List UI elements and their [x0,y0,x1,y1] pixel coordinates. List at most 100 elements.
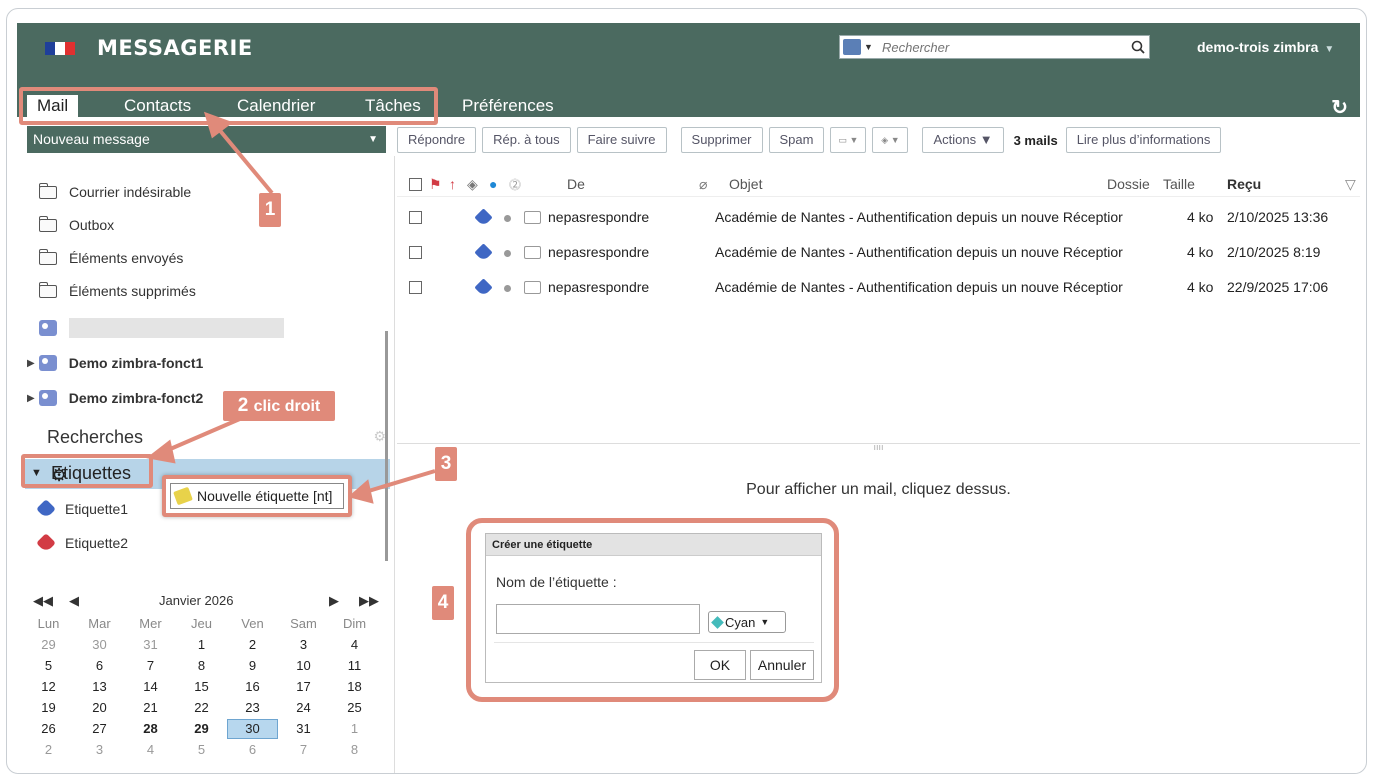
column-size[interactable]: Taille [1163,176,1195,192]
calendar-day[interactable]: 18 [329,679,380,694]
message-row[interactable]: nepasrespondre Académie de Nantes - Authe… [397,271,1360,305]
expand-arrow-icon[interactable]: ▶ [27,358,35,369]
label-item-2[interactable]: Etiquette2 [36,533,128,553]
calendar-day[interactable]: 5 [176,742,227,757]
calendar-day[interactable]: 13 [74,679,125,694]
folder-trash[interactable]: Éléments supprimés [39,281,196,301]
calendar-day[interactable]: 3 [74,742,125,757]
tag-column-icon[interactable]: ◈ [467,176,478,193]
calendar-day[interactable]: 6 [74,658,125,673]
calendar-day[interactable]: 11 [329,658,380,673]
tab-preferences[interactable]: Préférences [452,95,564,117]
calendar-day[interactable]: 3 [278,637,329,652]
color-select[interactable]: Cyan ▼ [708,611,786,633]
calendar-day[interactable]: 5 [23,658,74,673]
column-received[interactable]: Reçu [1227,176,1261,192]
searches-header[interactable]: Recherches [47,427,143,448]
prev-month-icon[interactable]: ◀ [69,593,79,609]
pane-divider[interactable] [394,156,395,773]
calendar-day[interactable]: 12 [23,679,74,694]
next-year-icon[interactable]: ▶▶ [359,593,379,609]
calendar-day[interactable]: 20 [74,700,125,715]
cancel-button[interactable]: Annuler [750,650,814,680]
spam-button[interactable]: Spam [768,127,825,153]
calendar-day[interactable]: 30 [227,718,278,739]
calendar-day[interactable]: 8 [176,658,227,673]
row-checkbox[interactable] [409,246,422,259]
search-type-dropdown[interactable]: ▼ [840,36,882,58]
calendar-day[interactable]: 23 [227,700,278,715]
status-column-icon[interactable]: ⓶ [509,176,521,193]
reply-all-button[interactable]: Rép. à tous [482,127,571,153]
calendar-day[interactable]: 24 [278,700,329,715]
attachment-column-icon[interactable]: ⌀ [699,176,707,193]
message-row[interactable]: nepasrespondre Académie de Nantes - Authe… [397,201,1360,235]
label-name-input[interactable] [496,604,700,634]
chevron-down-icon[interactable]: ▼ [368,126,378,153]
calendar-day[interactable]: 15 [176,679,227,694]
folder-sent[interactable]: Éléments envoyés [39,248,183,268]
actions-button[interactable]: Actions ▼ [922,127,1004,153]
calendar-day[interactable]: 29 [23,637,74,652]
row-checkbox[interactable] [409,281,422,294]
label-item-1[interactable]: Etiquette1 [36,499,128,519]
select-all-checkbox[interactable] [409,178,422,191]
calendar-day[interactable]: 1 [176,637,227,652]
calendar-day[interactable]: 31 [278,721,329,736]
prev-year-icon[interactable]: ◀◀ [33,593,53,609]
calendar-day[interactable]: 8 [329,742,380,757]
calendar-day[interactable]: 30 [74,637,125,652]
flag-column-icon[interactable]: ⚑ [429,176,442,193]
read-status-icon[interactable] [504,215,511,222]
read-status-icon[interactable] [504,250,511,257]
calendar-day[interactable]: 2 [227,637,278,652]
read-column-icon[interactable]: ● [489,176,497,192]
calendar-day[interactable]: 26 [23,721,74,736]
calendar-day[interactable]: 7 [125,658,176,673]
column-subject[interactable]: Objet [729,176,762,192]
calendar-day[interactable]: 28 [125,721,176,736]
calendar-day[interactable]: 9 [227,658,278,673]
shared-account-1[interactable]: ▶ Demo zimbra-fonct1 [27,353,203,373]
search-icon[interactable] [1127,36,1149,58]
user-menu[interactable]: demo-trois zimbra ▼ [1197,39,1334,55]
calendar-day[interactable]: 2 [23,742,74,757]
calendar-day[interactable]: 27 [74,721,125,736]
new-message-button[interactable]: Nouveau message ▼ [27,126,386,153]
more-info-button[interactable]: Lire plus d’informations [1065,127,1222,153]
column-folder[interactable]: Dossie [1107,176,1150,192]
search-input[interactable] [882,39,1127,55]
tag-icon[interactable]: ◈ ▼ [872,127,909,153]
calendar-day[interactable]: 14 [125,679,176,694]
calendar-day[interactable]: 10 [278,658,329,673]
search-box[interactable]: ▼ [839,35,1150,59]
column-from[interactable]: De [567,176,585,192]
reading-pane-splitter[interactable]: ıııı [397,443,1360,453]
read-status-icon[interactable] [504,285,511,292]
sort-icon[interactable]: ▽ [1345,176,1356,193]
ok-button[interactable]: OK [694,650,746,680]
folder-outbox[interactable]: Outbox [39,215,114,235]
calendar-day[interactable]: 31 [125,637,176,652]
calendar-day[interactable]: 6 [227,742,278,757]
calendar-day[interactable]: 22 [176,700,227,715]
message-row[interactable]: nepasrespondre Académie de Nantes - Authe… [397,236,1360,270]
calendar-day[interactable]: 17 [278,679,329,694]
calendar-day[interactable]: 4 [125,742,176,757]
folder-junk[interactable]: Courrier indésirable [39,182,191,202]
refresh-icon[interactable]: ↻ [1331,95,1348,120]
forward-button[interactable]: Faire suivre [576,127,667,153]
sidebar-scrollbar[interactable] [385,331,388,561]
calendar-day[interactable]: 29 [176,721,227,736]
calendar-day[interactable]: 1 [329,721,380,736]
reply-button[interactable]: Répondre [397,127,477,153]
shared-account-2[interactable]: ▶ Demo zimbra-fonct2 [27,388,203,408]
calendar-day[interactable]: 16 [227,679,278,694]
next-month-icon[interactable]: ▶ [329,593,339,609]
priority-column-icon[interactable]: ↑ [449,176,456,192]
calendar-day[interactable]: 25 [329,700,380,715]
calendar-day[interactable]: 21 [125,700,176,715]
new-label-menu-item[interactable]: Nouvelle étiquette [nt] [170,483,344,509]
shared-account-redacted[interactable] [39,318,69,338]
row-checkbox[interactable] [409,211,422,224]
